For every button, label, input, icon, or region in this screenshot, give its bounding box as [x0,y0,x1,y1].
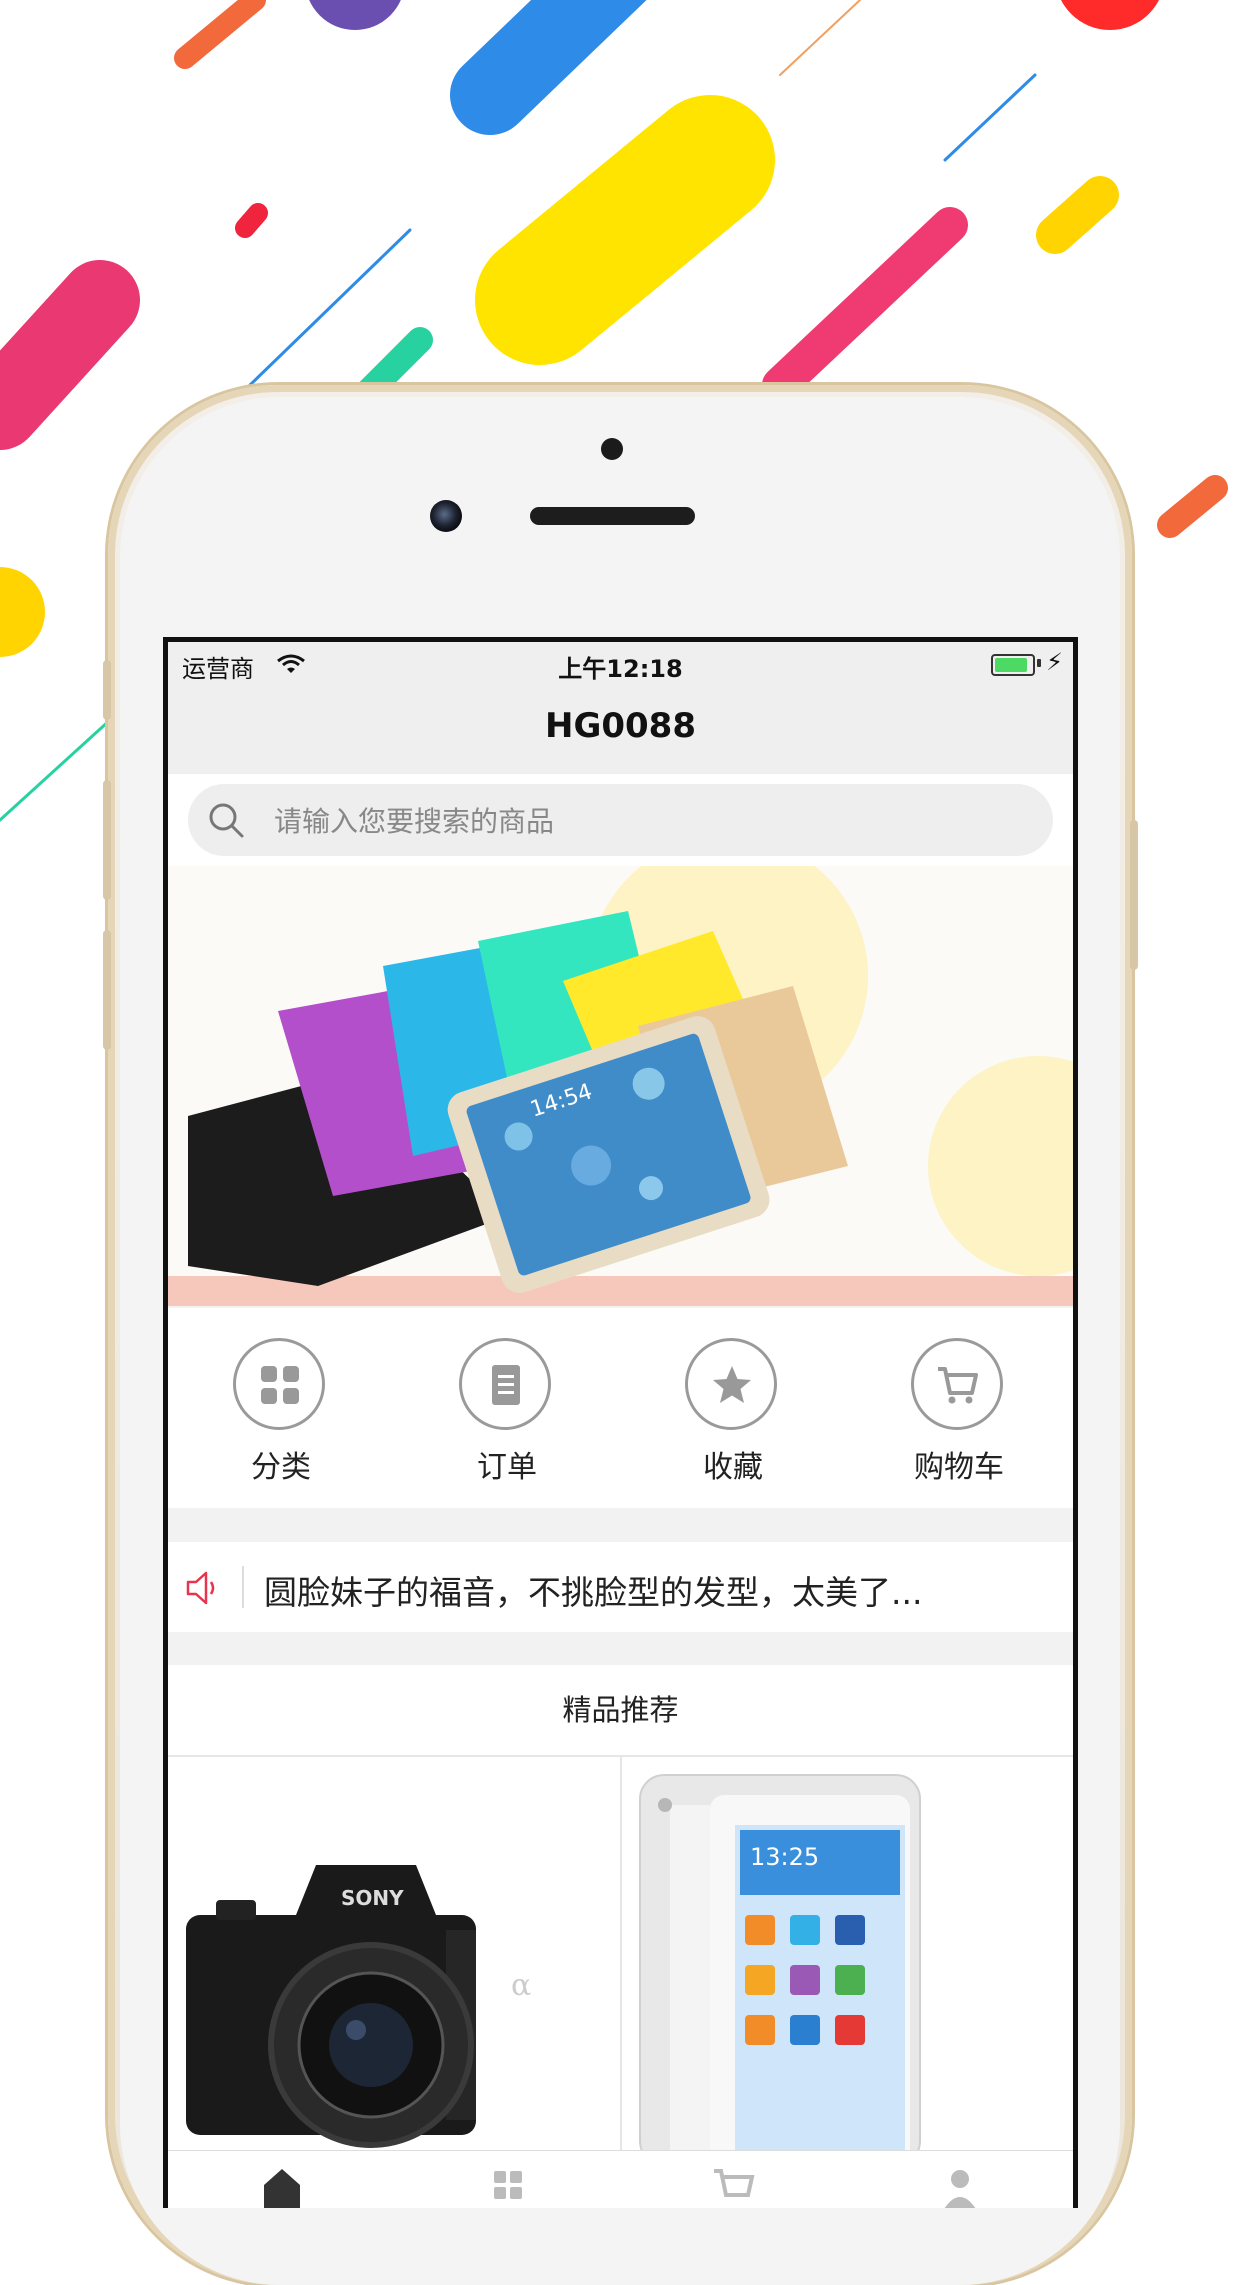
cart-icon [938,1367,978,1404]
menu-label: 购物车 [914,1450,1004,1485]
charging-icon: ⚡ [1046,648,1063,676]
menu-label: 收藏 [703,1450,763,1485]
tab-category[interactable] [394,2159,620,2208]
star-icon [713,1366,751,1403]
tab-profile[interactable] [846,2159,1072,2208]
search-box[interactable] [188,784,1053,858]
proximity-sensor [601,438,623,460]
app-screen: 运营商 上午12:18 ⚡ HG0088 请输入您要搜索的商品 14:54 分类… [168,642,1073,2208]
product-card-tablet[interactable]: 13:25 [630,1765,1070,2165]
search-icon [209,803,244,838]
power-button [1130,820,1138,970]
divider [620,1755,622,2208]
menu-label: 分类 [251,1450,311,1485]
menu-item-cart[interactable]: 购物车 [846,1338,1072,1498]
camera-image: SONY α [186,1865,531,2148]
battery-icon [991,654,1035,676]
tablet-cases-image: 14:54 [168,866,1073,1306]
menu-icon-circle [911,1338,1003,1430]
phone-screen: 运营商 上午12:18 ⚡ HG0088 请输入您要搜索的商品 14:54 分类… [163,637,1078,2208]
menu-icon-circle [233,1338,325,1430]
search-bar [168,774,1073,866]
cart-icon [714,2169,755,2197]
promo-banner[interactable]: 14:54 [168,866,1073,1306]
volume-down-button [103,930,111,1050]
home-icon [264,2169,300,2208]
tab-home[interactable] [168,2159,394,2208]
menu-icon-circle [685,1338,777,1430]
speaker-icon [186,1571,215,1605]
navigation-bar: HG0088 [168,682,1073,774]
volume-up-button [103,780,111,900]
front-camera [430,500,462,532]
category-icon [494,2171,522,2199]
news-ticker[interactable]: 圆脸妹子的福音，不挑脸型的发型，太美了... [168,1542,1073,1632]
section-title: 精品推荐 [562,1693,679,1727]
featured-section: 精品推荐 SONY α 13:25 [168,1665,1073,2208]
notice-divider [242,1566,244,1608]
tablet-image: 13:25 [639,1774,921,2165]
earpiece-speaker [530,507,695,525]
status-time: 上午12:18 [558,655,683,683]
grid-icon [261,1366,299,1404]
menu-item-favorites[interactable]: 收藏 [620,1338,846,1498]
quick-menu: 分类 订单 收藏 购物车 [168,1308,1073,1508]
menu-icon-circle [459,1338,551,1430]
mute-switch [103,660,111,720]
tab-cart[interactable] [620,2159,846,2208]
product-card-camera[interactable]: SONY α [176,1765,616,2165]
svg-text:α: α [511,1968,531,2003]
menu-item-category[interactable]: 分类 [168,1338,394,1498]
menu-item-orders[interactable]: 订单 [394,1338,620,1498]
svg-text:SONY: SONY [341,1886,404,1910]
svg-text:13:25: 13:25 [750,1843,819,1871]
menu-label: 订单 [477,1450,537,1485]
tab-bar [168,2150,1073,2208]
status-bar: 运营商 上午12:18 ⚡ [168,642,1073,683]
notice-text: 圆脸妹子的福音，不挑脸型的发型，太美了... [264,1573,923,1612]
search-input[interactable] [272,784,1036,858]
battery-tip [1037,659,1041,667]
page-title: HG0088 [545,706,696,746]
user-icon [944,2170,976,2208]
document-icon [492,1365,520,1405]
